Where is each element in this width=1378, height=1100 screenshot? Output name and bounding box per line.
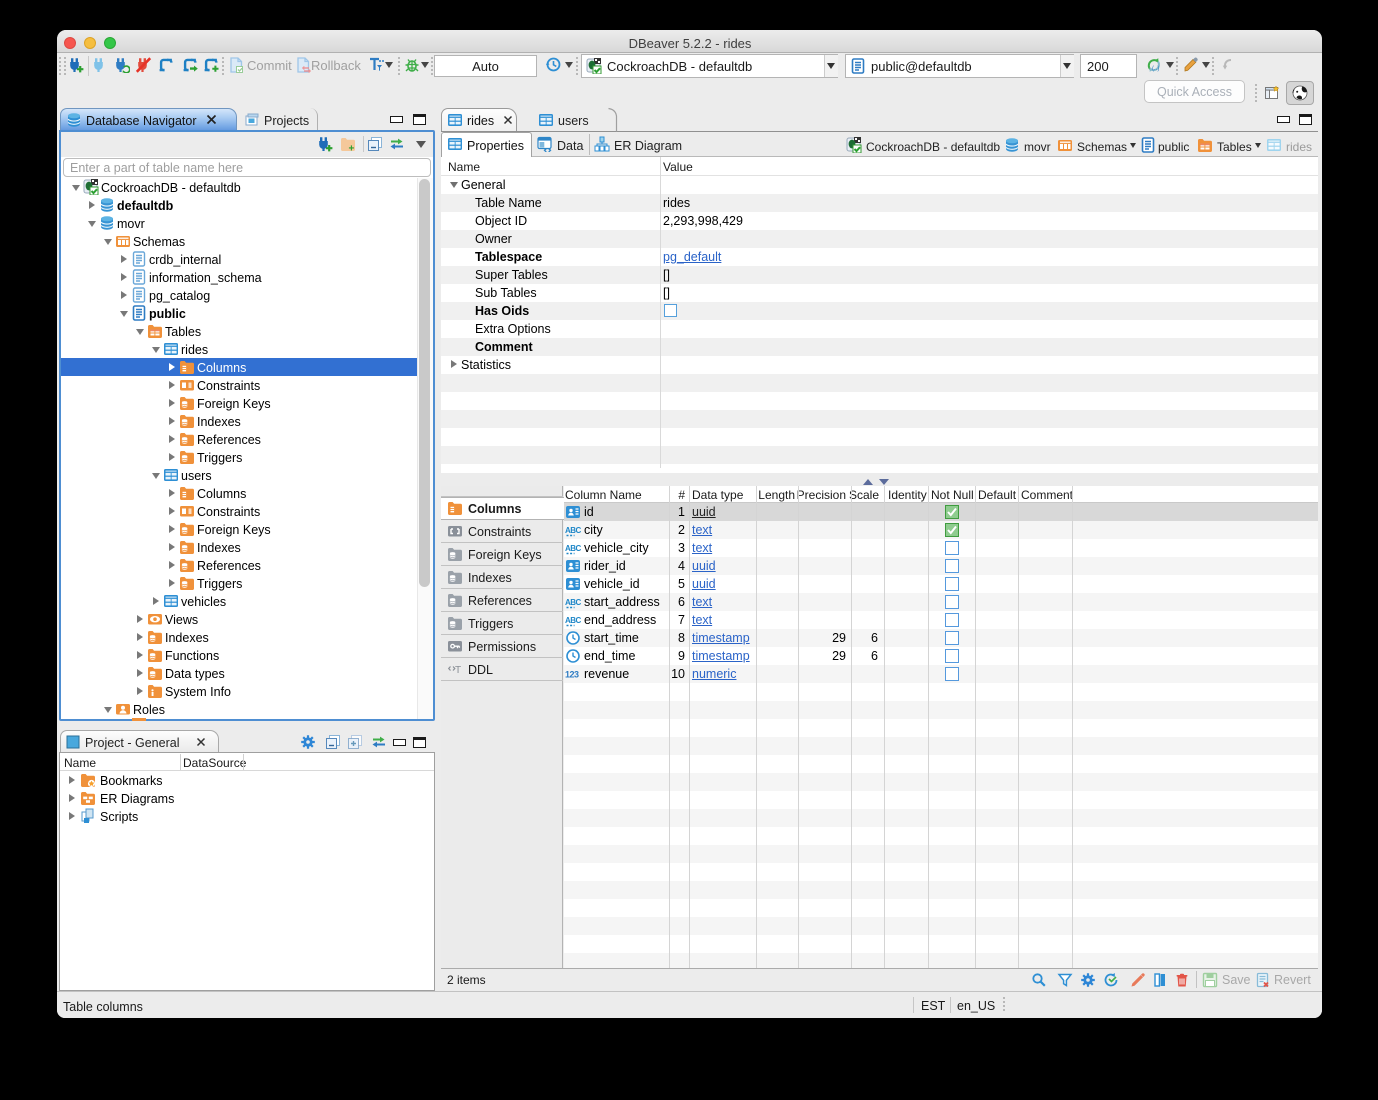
- svg-text:ABC: ABC: [565, 526, 581, 535]
- svg-text:(..): (..): [1152, 66, 1159, 72]
- svg-text:ABC: ABC: [565, 616, 581, 625]
- svg-text:ABC: ABC: [565, 544, 581, 553]
- svg-text:T: T: [455, 665, 461, 676]
- svg-text:+: +: [349, 144, 355, 153]
- svg-text:123: 123: [565, 670, 579, 680]
- svg-text:ABC: ABC: [565, 598, 581, 607]
